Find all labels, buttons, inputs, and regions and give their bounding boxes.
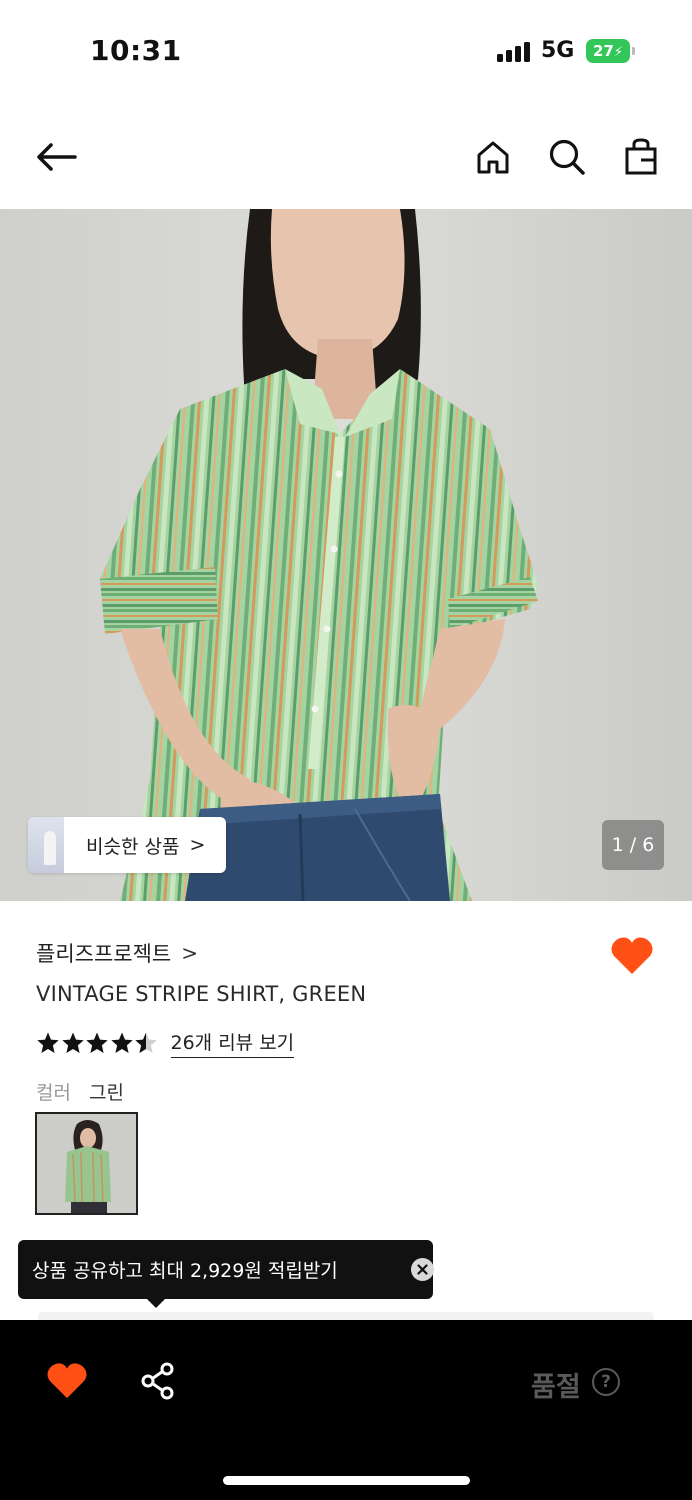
chevron-right-icon: > xyxy=(181,941,199,965)
help-icon[interactable]: ? xyxy=(592,1368,620,1396)
review-link[interactable]: 26개 리뷰 보기 xyxy=(170,1028,295,1058)
rating-stars xyxy=(36,1031,159,1055)
home-indicator[interactable] xyxy=(223,1476,470,1485)
soldout-label: 품절 xyxy=(531,1372,581,1403)
status-time: 10:31 xyxy=(90,34,182,67)
color-option-row: 컬러 그린 xyxy=(36,1078,124,1105)
similar-products-button[interactable]: 비슷한 상품 > xyxy=(28,817,226,873)
tooltip-arrow xyxy=(146,1298,166,1308)
battery-nub xyxy=(632,47,635,55)
share-icon[interactable] xyxy=(140,1362,176,1400)
color-value: 그린 xyxy=(89,1082,124,1104)
star-icon xyxy=(37,1032,59,1053)
star-icon xyxy=(61,1032,84,1053)
product-image[interactable] xyxy=(0,209,692,901)
chevron-right-icon: > xyxy=(189,834,206,856)
wishlist-heart-icon[interactable] xyxy=(46,1362,88,1400)
star-icon xyxy=(86,1032,108,1053)
close-icon[interactable] xyxy=(411,1258,434,1281)
image-page-indicator: 1 / 6 xyxy=(602,820,664,870)
half-star-icon xyxy=(135,1032,157,1053)
brand-link[interactable]: 플리즈프로젝트 > xyxy=(36,938,198,968)
search-icon[interactable] xyxy=(544,134,590,180)
back-arrow-icon[interactable] xyxy=(33,134,79,180)
bottom-action-bar: 품절 ? xyxy=(0,1320,692,1500)
brand-name: 플리즈프로젝트 xyxy=(36,942,172,966)
share-reward-tooltip: 상품 공유하고 최대 2,929원 적립받기 xyxy=(18,1240,434,1299)
signal-icon xyxy=(497,42,531,62)
content-divider xyxy=(38,1312,654,1320)
battery-icon: 27⚡ xyxy=(586,39,630,63)
shopping-bag-icon[interactable] xyxy=(618,134,664,180)
wishlist-heart-icon[interactable] xyxy=(610,936,654,976)
star-icon xyxy=(110,1032,133,1053)
similar-products-label: 비슷한 상품 xyxy=(86,835,180,858)
tooltip-text: 상품 공유하고 최대 2,929원 적립받기 xyxy=(32,1260,338,1282)
similar-product-thumbnail xyxy=(28,817,64,873)
color-label: 컬러 xyxy=(36,1082,71,1104)
header xyxy=(0,110,692,205)
network-label: 5G xyxy=(541,38,575,63)
home-icon[interactable] xyxy=(470,134,516,180)
rating-row: 26개 리뷰 보기 xyxy=(36,1028,295,1058)
battery-level: 27 xyxy=(592,42,614,60)
product-title: VINTAGE STRIPE SHIRT, GREEN xyxy=(36,982,367,1006)
status-bar: 10:31 5G 27⚡ xyxy=(0,0,692,100)
color-swatch-green[interactable] xyxy=(35,1112,138,1215)
